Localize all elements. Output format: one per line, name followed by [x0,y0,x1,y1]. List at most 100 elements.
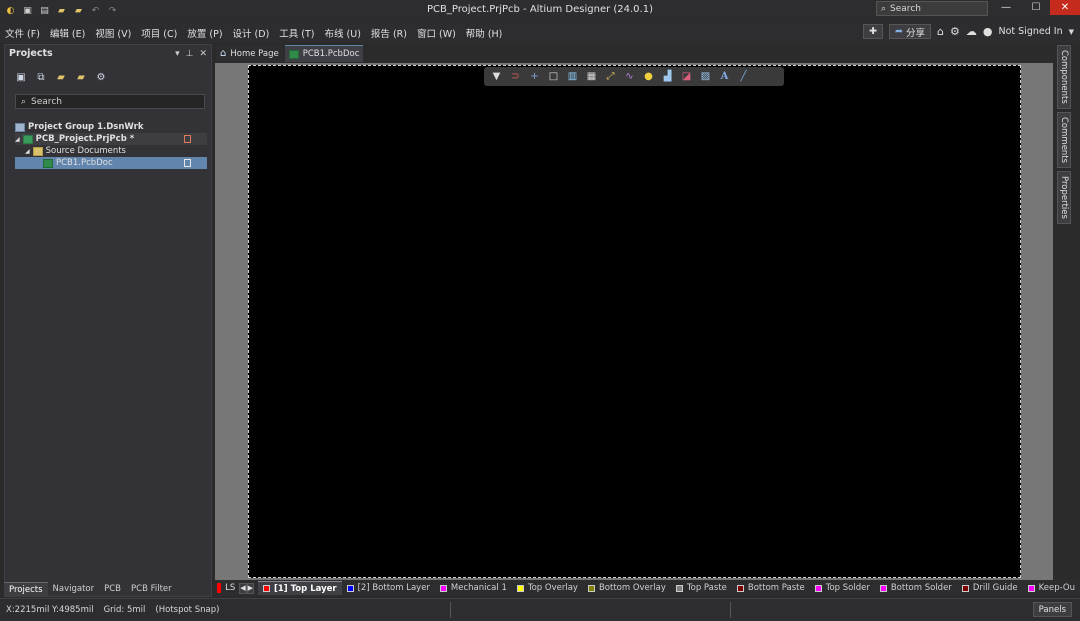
panel-header-controls: ▾ ⊥ ✕ [175,49,207,59]
layer-tab[interactable]: Bottom Overlay [583,581,671,595]
share-button[interactable]: ➦ 分享 [889,24,932,39]
layer-next-arrow-icon[interactable]: ▶ [246,582,254,594]
text-icon[interactable]: A [717,70,732,83]
feedback-button[interactable]: ✚ [863,24,884,39]
document-icon [184,159,191,167]
projects-panel-title: Projects [9,48,53,59]
layer-tab[interactable]: Bottom Paste [732,581,810,595]
menu-tools[interactable]: 工具 (T) [274,26,319,40]
open-project-icon[interactable]: ▰ [73,5,84,16]
search-icon: ⌕ [881,3,887,14]
keepout-icon[interactable]: ◪ [679,70,694,83]
dimension-icon[interactable]: ▨ [698,70,713,83]
user-icon[interactable]: ● [983,25,993,38]
select-rectangle-icon[interactable]: □ [546,70,561,83]
compile-icon[interactable]: ⧉ [35,71,47,83]
save-icon[interactable]: ▣ [15,71,27,83]
menu-reports[interactable]: 报告 (R) [366,26,412,40]
tab-pcb[interactable]: PCB [99,582,126,596]
line-icon[interactable]: ╱ [736,70,751,83]
pcb-board-canvas[interactable] [248,65,1021,578]
quick-access-toolbar: ◐ ▣ ▤ ▰ ▰ ↶ ↷ [0,5,118,16]
panels-button[interactable]: Panels [1032,602,1072,617]
layer-color-swatch [814,584,822,592]
notifications-icon[interactable]: ☁ [966,25,977,38]
pin-icon[interactable]: ⊥ [186,49,194,59]
maximize-button[interactable]: ☐ [1021,0,1051,15]
menu-place[interactable]: 放置 (P) [182,26,227,40]
save-all-icon[interactable]: ▤ [39,5,50,16]
layer-tab[interactable]: [1] Top Layer [258,581,342,595]
menu-project[interactable]: 项目 (C) [136,26,182,40]
global-search-input[interactable]: ⌕ Search [876,1,988,16]
layer-prev-arrow-icon[interactable]: ◀ [239,582,247,594]
projects-search-input[interactable]: ⌕ Search [15,94,205,109]
tune-length-icon[interactable]: ∿ [622,70,637,83]
route-multiple-icon[interactable]: ⤢ [603,70,618,83]
panel-menu-icon[interactable]: ▾ [175,49,180,59]
layer-color-swatch [675,584,683,592]
crosshair-icon[interactable]: + [527,70,542,83]
tab-pcb-filter[interactable]: PCB Filter [126,582,177,596]
layer-tab[interactable]: Drill Guide [957,581,1023,595]
chevron-down-icon[interactable]: ▼ [1069,28,1074,36]
panel-close-icon[interactable]: ✕ [199,49,207,59]
filter-icon[interactable]: ▼ [489,70,504,83]
close-button[interactable]: ✕ [1050,0,1080,15]
tab-properties[interactable]: Properties [1057,170,1071,224]
project-options-icon[interactable]: ▰ [75,71,87,83]
open-folder-icon[interactable]: ▰ [56,5,67,16]
layer-tab[interactable]: Top Overlay [512,581,583,595]
tree-item-pcb-document[interactable]: PCB1.PcbDoc [15,157,207,169]
layer-tab[interactable]: Keep-Ou [1023,581,1080,595]
account-label[interactable]: Not Signed In [999,26,1063,37]
interactive-route-icon[interactable]: ⊃ [508,70,523,83]
home-icon: ⌂ [220,48,227,59]
gear-icon[interactable]: ⚙ [95,71,107,83]
layer-tab[interactable]: [2] Bottom Layer [342,581,435,595]
align-icon[interactable]: ▥ [565,70,580,83]
save-icon[interactable]: ▣ [22,5,33,16]
polygon-pour-icon[interactable]: ▟ [660,70,675,83]
tab-projects[interactable]: Projects [4,582,48,596]
menu-edit[interactable]: 编辑 (E) [45,26,90,40]
expand-arrow-icon[interactable]: ◢ [15,136,20,143]
doc-tab-pcb1[interactable]: PCB1.PcbDoc [284,45,364,62]
component-icon[interactable]: ▦ [584,70,599,83]
menu-window[interactable]: 窗口 (W) [412,26,461,40]
undo-icon[interactable]: ↶ [90,5,101,16]
tab-navigator[interactable]: Navigator [48,582,100,596]
menu-route[interactable]: 布线 (U) [320,26,366,40]
add-folder-icon[interactable]: ▰ [55,71,67,83]
pad-icon[interactable]: ● [641,70,656,83]
tab-components[interactable]: Components [1057,45,1071,109]
doc-tab-label: PCB1.PcbDoc [302,49,360,59]
menu-right-tools: ✚ ➦ 分享 ⌂ ⚙ ☁ ● Not Signed In ▼ [863,24,1074,39]
tree-item-source-documents[interactable]: ◢ Source Documents [15,145,211,157]
tree-item-project[interactable]: ◢ PCB_Project.PrjPcb * [15,133,207,145]
current-layer-swatch[interactable] [217,583,222,593]
doc-tab-home-page[interactable]: ⌂ Home Page [216,45,283,62]
redo-icon[interactable]: ↷ [107,5,118,16]
menu-view[interactable]: 视图 (V) [90,26,136,40]
menu-file[interactable]: 文件 (F) [0,26,45,40]
snap-mode: (Hotspot Snap) [155,605,220,615]
home-icon[interactable]: ⌂ [937,25,944,38]
layer-set-label[interactable]: LS [225,583,235,593]
gear-icon[interactable]: ⚙ [950,25,960,38]
menu-design[interactable]: 设计 (D) [228,26,275,40]
tab-comments[interactable]: Comments [1057,111,1071,168]
layer-tab[interactable]: Bottom Solder [875,581,957,595]
expand-arrow-icon[interactable]: ◢ [25,148,30,155]
menu-help[interactable]: 帮助 (H) [461,26,508,40]
pcb-workspace[interactable] [215,63,1053,580]
folder-icon [32,146,43,156]
layer-tab-label: Keep-Ou [1038,583,1075,593]
layer-tab[interactable]: Top Solder [810,581,875,595]
tree-item-project-group[interactable]: Project Group 1.DsnWrk [15,121,211,133]
layer-tab[interactable]: Mechanical 1 [435,581,512,595]
global-search-placeholder: Search [890,3,921,14]
layer-color-swatch [516,584,524,592]
layer-tab[interactable]: Top Paste [671,581,732,595]
minimize-button[interactable]: — [991,0,1021,15]
